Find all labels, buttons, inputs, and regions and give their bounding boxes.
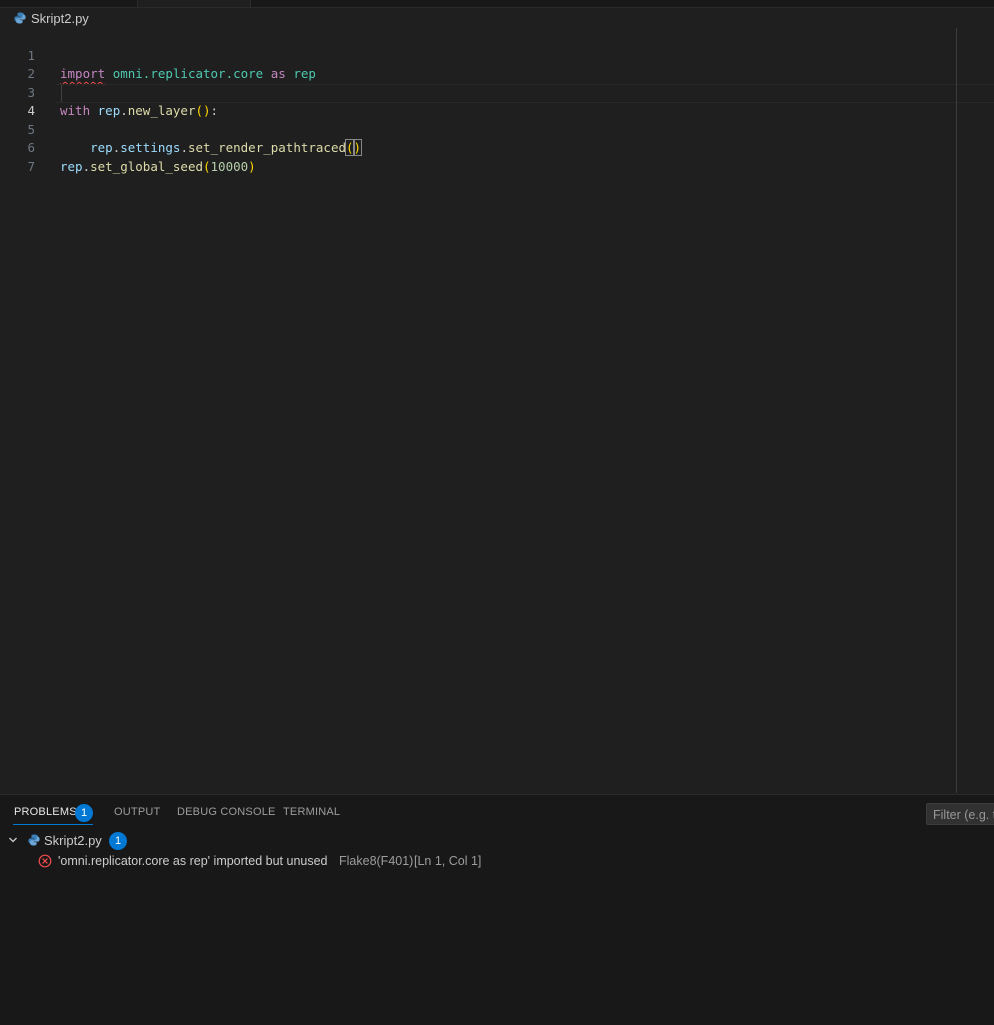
code-line-4[interactable]: 4 rep.settings.set_render_pathtraced() — [0, 83, 994, 156]
error-circle-icon — [38, 854, 52, 868]
bottom-panel: PROBLEMS 1 OUTPUT DEBUG CONSOLE TERMINAL… — [0, 794, 994, 1025]
close-paren: ) — [248, 158, 256, 174]
dot: . — [82, 158, 91, 174]
tab-output[interactable]: OUTPUT — [114, 806, 160, 818]
breadcrumb-filename[interactable]: Skript2.py — [31, 11, 89, 26]
chevron-down-icon[interactable] — [8, 835, 18, 845]
problem-item[interactable]: 'omni.replicator.core as rep' imported b… — [0, 852, 994, 872]
tab-problems[interactable]: PROBLEMS — [14, 806, 77, 818]
code-line-7[interactable]: 7 — [0, 139, 994, 174]
python-file-icon — [28, 834, 40, 846]
problem-file-name[interactable]: Skript2.py — [44, 833, 102, 848]
panel-tab-bar: PROBLEMS 1 OUTPUT DEBUG CONSOLE TERMINAL… — [0, 795, 994, 829]
indent-guide — [61, 83, 62, 102]
problem-source: Flake8(F401) — [339, 854, 414, 868]
editor-ruler — [956, 28, 957, 793]
code-editor[interactable]: 1 import omni.replicator.core as rep 2 3… — [0, 28, 994, 793]
code-line-2[interactable]: 2 — [0, 47, 994, 81]
code-line-1[interactable]: 1 import omni.replicator.core as rep — [0, 28, 994, 82]
problem-file-group[interactable]: Skript2.py 1 — [0, 831, 994, 851]
number-literal[interactable]: 10000 — [211, 159, 249, 174]
line-number: 7 — [27, 158, 35, 174]
problem-location: [Ln 1, Col 1] — [414, 854, 482, 868]
code-line-5[interactable]: 5 — [0, 102, 994, 137]
tab-debug-console[interactable]: DEBUG CONSOLE — [177, 806, 276, 818]
problems-count-badge: 1 — [75, 804, 93, 822]
code-line-3[interactable]: 3 with rep.new_layer(): — [0, 65, 994, 119]
active-tab-indicator — [13, 824, 93, 825]
code-line-6[interactable]: 6 rep.set_global_seed(10000) — [0, 121, 994, 174]
function-set-global-seed[interactable]: set_global_seed — [90, 159, 203, 174]
breadcrumb[interactable]: Skript2.py — [14, 9, 89, 27]
variable-rep[interactable]: rep — [60, 159, 83, 174]
python-file-icon — [14, 12, 26, 24]
open-paren: ( — [203, 158, 211, 174]
tab-terminal[interactable]: TERMINAL — [283, 806, 340, 818]
file-problem-count-badge: 1 — [109, 832, 127, 850]
code-text[interactable]: rep.set_global_seed(10000) — [60, 158, 256, 177]
problem-message[interactable]: 'omni.replicator.core as rep' imported b… — [58, 854, 328, 868]
editor-tab[interactable] — [137, 0, 251, 7]
tab-bar — [0, 0, 994, 8]
problems-filter-input[interactable]: Filter (e.g. text — [926, 803, 994, 825]
